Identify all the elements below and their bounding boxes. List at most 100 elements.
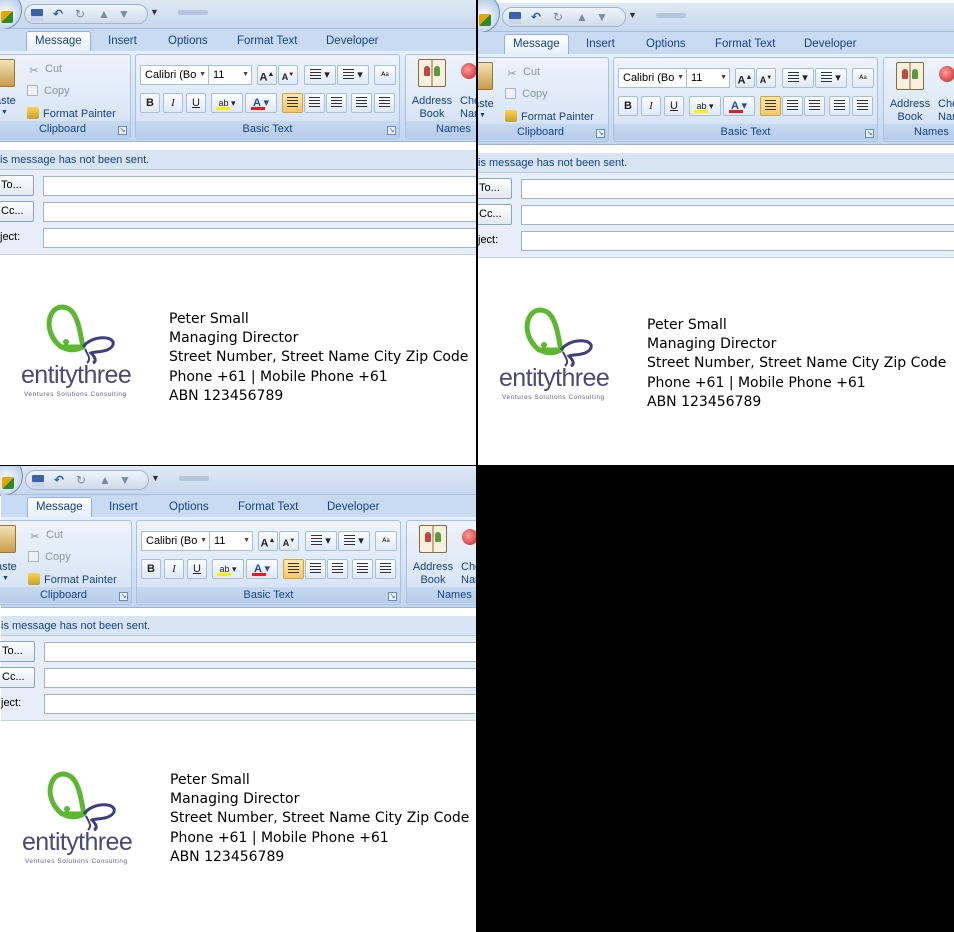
- undo-icon[interactable]: ↶: [529, 11, 543, 24]
- check-names-button[interactable]: CheNam: [461, 561, 476, 587]
- format-painter-button[interactable]: Format Painter: [27, 106, 116, 122]
- numbering-button[interactable]: ▾: [815, 68, 847, 88]
- tab-message[interactable]: Message: [26, 31, 91, 52]
- cc-field[interactable]: [44, 668, 476, 688]
- tab-insert[interactable]: Insert: [578, 36, 623, 54]
- italic-button[interactable]: I: [163, 93, 183, 113]
- paste-dropdown-icon[interactable]: ▼: [1, 109, 8, 116]
- tab-options[interactable]: Options: [160, 33, 216, 51]
- cut-button[interactable]: ✂ Cut: [28, 527, 63, 543]
- customize-qat-dropdown-icon[interactable]: ▼: [150, 7, 159, 17]
- cc-button[interactable]: Cc...: [0, 667, 35, 688]
- paste-button-label[interactable]: aste: [478, 98, 494, 110]
- paste-dropdown-icon[interactable]: ▼: [479, 112, 486, 119]
- increase-indent-button[interactable]: [852, 96, 873, 116]
- tab-message[interactable]: Message: [27, 497, 92, 518]
- clipboard-dialog-launcher-icon[interactable]: ↘: [596, 129, 605, 138]
- tab-format-text[interactable]: Format Text: [707, 36, 784, 54]
- grow-font-button[interactable]: A▲: [735, 68, 755, 88]
- styles-button[interactable]: ᴬᵃ: [374, 65, 396, 85]
- undo-icon[interactable]: ↶: [51, 8, 65, 21]
- next-item-icon[interactable]: ▼: [117, 8, 131, 21]
- paste-icon[interactable]: [0, 59, 15, 87]
- underline-button[interactable]: U: [187, 559, 207, 579]
- font-name-combo[interactable]: Calibri (Bo ▼: [140, 65, 209, 85]
- numbering-button[interactable]: ▾: [338, 531, 370, 551]
- clipboard-dialog-launcher-icon[interactable]: ↘: [118, 126, 127, 135]
- basic-text-dialog-launcher-icon[interactable]: ↘: [865, 129, 874, 138]
- message-body[interactable]: entitythree Ventures Solutions Consultin…: [478, 257, 954, 465]
- customize-qat-dropdown-icon[interactable]: ▼: [628, 10, 637, 20]
- format-painter-button[interactable]: Format Painter: [505, 109, 594, 125]
- message-body[interactable]: entitythree Ventures Solutions Consultin…: [1, 720, 476, 932]
- decrease-indent-button[interactable]: [352, 559, 373, 579]
- tab-options[interactable]: Options: [161, 499, 217, 517]
- increase-indent-button[interactable]: [374, 93, 395, 113]
- tab-format-text[interactable]: Format Text: [229, 33, 306, 51]
- font-size-combo[interactable]: 11 ▼: [686, 68, 730, 88]
- next-item-icon[interactable]: ▼: [118, 474, 132, 487]
- bullets-button[interactable]: ▾: [782, 68, 814, 88]
- highlight-button[interactable]: ab ▾: [212, 559, 244, 579]
- check-names-icon[interactable]: [939, 66, 954, 82]
- align-right-button[interactable]: [326, 93, 347, 113]
- decrease-indent-button[interactable]: [351, 93, 372, 113]
- underline-button[interactable]: U: [664, 96, 684, 116]
- to-field[interactable]: [44, 642, 476, 662]
- to-button[interactable]: To...: [0, 641, 35, 662]
- to-field[interactable]: [521, 179, 954, 199]
- basic-text-dialog-launcher-icon[interactable]: ↘: [388, 592, 397, 601]
- font-name-combo[interactable]: Calibri (Bo ▼: [141, 531, 210, 551]
- save-icon[interactable]: [31, 474, 45, 487]
- paste-icon[interactable]: [0, 525, 16, 553]
- font-color-button[interactable]: A ▾: [245, 93, 277, 113]
- align-left-button[interactable]: [282, 93, 303, 113]
- redo-icon[interactable]: ↻: [73, 8, 87, 21]
- bold-button[interactable]: B: [618, 96, 638, 116]
- address-book-button[interactable]: Address Book: [406, 95, 458, 121]
- tab-format-text[interactable]: Format Text: [230, 499, 307, 517]
- customize-qat-dropdown-icon[interactable]: ▼: [151, 473, 160, 483]
- font-name-combo[interactable]: Calibri (Bo ▼: [618, 68, 687, 88]
- cc-field[interactable]: [521, 205, 954, 225]
- tab-developer[interactable]: Developer: [318, 33, 386, 51]
- undo-icon[interactable]: ↶: [52, 474, 66, 487]
- address-book-icon[interactable]: [419, 525, 447, 553]
- tab-options[interactable]: Options: [638, 36, 694, 54]
- office-button[interactable]: [478, 0, 500, 33]
- align-left-button[interactable]: [283, 559, 304, 579]
- font-size-combo[interactable]: 11 ▼: [208, 65, 252, 85]
- address-book-icon[interactable]: [896, 62, 924, 90]
- highlight-button[interactable]: ab ▾: [211, 93, 243, 113]
- increase-indent-button[interactable]: [375, 559, 396, 579]
- save-icon[interactable]: [508, 11, 522, 24]
- italic-button[interactable]: I: [641, 96, 661, 116]
- previous-item-icon[interactable]: ▲: [98, 474, 112, 487]
- check-names-icon[interactable]: [461, 63, 476, 79]
- font-color-button[interactable]: A ▾: [723, 96, 755, 116]
- subject-field[interactable]: [44, 694, 476, 714]
- paste-button-label[interactable]: aste: [0, 95, 16, 107]
- copy-button[interactable]: Copy: [28, 549, 71, 565]
- check-names-button[interactable]: CheNam: [460, 95, 476, 121]
- office-button[interactable]: [0, 0, 22, 30]
- tab-developer[interactable]: Developer: [319, 499, 387, 517]
- next-item-icon[interactable]: ▼: [595, 11, 609, 24]
- clipboard-dialog-launcher-icon[interactable]: ↘: [119, 592, 128, 601]
- styles-button[interactable]: ᴬᵃ: [852, 68, 874, 88]
- cut-button[interactable]: ✂ Cut: [505, 64, 540, 80]
- address-book-icon[interactable]: [418, 59, 446, 87]
- cc-field[interactable]: [43, 202, 476, 222]
- italic-button[interactable]: I: [164, 559, 184, 579]
- redo-icon[interactable]: ↻: [74, 474, 88, 487]
- bold-button[interactable]: B: [141, 559, 161, 579]
- cut-button[interactable]: ✂ Cut: [27, 61, 62, 77]
- copy-button[interactable]: Copy: [27, 83, 70, 99]
- shrink-font-button[interactable]: A▼: [756, 68, 776, 88]
- bullets-button[interactable]: ▾: [305, 531, 337, 551]
- tab-message[interactable]: Message: [504, 34, 569, 55]
- check-names-icon[interactable]: [462, 529, 476, 545]
- copy-button[interactable]: Copy: [505, 86, 548, 102]
- to-button[interactable]: To...: [0, 175, 34, 196]
- address-book-button[interactable]: Address Book: [884, 98, 936, 124]
